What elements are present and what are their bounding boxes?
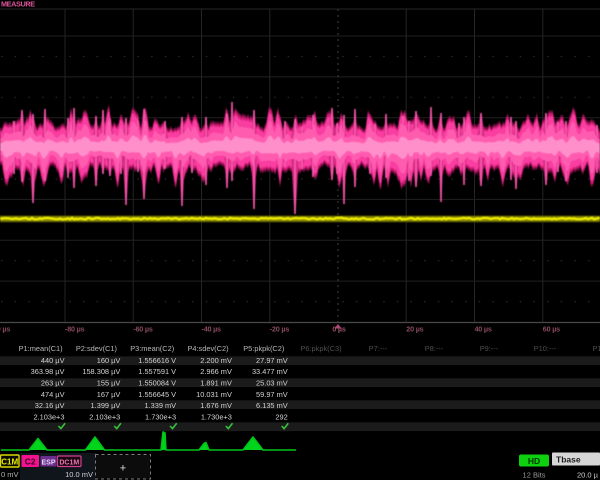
svg-text:-40 µs: -40 µs: [202, 325, 222, 334]
svg-text:10.031 mV: 10.031 mV: [196, 390, 232, 399]
svg-text:10.0 mV: 10.0 mV: [65, 470, 93, 479]
svg-text:1.556645 V: 1.556645 V: [138, 390, 176, 399]
svg-text:363.98 µV: 363.98 µV: [31, 367, 65, 376]
svg-text:HD: HD: [528, 456, 540, 466]
svg-text:P10:---: P10:---: [534, 344, 557, 353]
svg-text:27.97 mV: 27.97 mV: [256, 356, 288, 365]
svg-text:MEASURE: MEASURE: [1, 0, 35, 9]
svg-text:P5:pkpk(C2): P5:pkpk(C2): [243, 344, 284, 353]
svg-text:DC1M: DC1M: [59, 459, 79, 466]
svg-text:1.399 µV: 1.399 µV: [91, 401, 121, 410]
svg-text:60 µs: 60 µs: [543, 325, 560, 334]
svg-text:P9:---: P9:---: [480, 344, 499, 353]
svg-text:1.730e+3: 1.730e+3: [201, 412, 232, 421]
svg-text:12 Bits: 12 Bits: [523, 471, 546, 480]
svg-text:1.550084 V: 1.550084 V: [138, 378, 176, 387]
svg-text:158.308 µV: 158.308 µV: [82, 367, 120, 376]
svg-text:474 µV: 474 µV: [41, 390, 65, 399]
svg-text:160 µV: 160 µV: [97, 356, 121, 365]
svg-text:P1:mean(C1): P1:mean(C1): [19, 344, 63, 353]
svg-text:ESP: ESP: [41, 459, 55, 466]
svg-text:P8:---: P8:---: [425, 344, 444, 353]
svg-text:32.16 µV: 32.16 µV: [35, 401, 65, 410]
svg-text:1.557591 V: 1.557591 V: [138, 367, 176, 376]
svg-text:1.556616 V: 1.556616 V: [138, 356, 176, 365]
svg-text:+: +: [120, 463, 126, 475]
svg-text:20.0 µ: 20.0 µ: [577, 471, 599, 480]
svg-text:C1M: C1M: [1, 458, 18, 467]
svg-text:33.477 mV: 33.477 mV: [252, 367, 288, 376]
svg-text:0 mV: 0 mV: [1, 470, 19, 479]
svg-text:1.339 mV: 1.339 mV: [144, 401, 176, 410]
svg-text:-80 µs: -80 µs: [65, 325, 85, 334]
svg-text:1.730e+3: 1.730e+3: [145, 412, 176, 421]
svg-text:-100 µs: -100 µs: [0, 325, 10, 334]
svg-text:40 µs: 40 µs: [475, 325, 492, 334]
svg-text:-60 µs: -60 µs: [133, 325, 153, 334]
svg-text:1.676 mV: 1.676 mV: [200, 401, 232, 410]
svg-text:292: 292: [275, 412, 287, 421]
svg-text:Tbase: Tbase: [556, 455, 581, 465]
svg-text:P3:mean(C2): P3:mean(C2): [130, 344, 174, 353]
svg-text:25.03 mV: 25.03 mV: [256, 378, 288, 387]
svg-text:P7:---: P7:---: [369, 344, 388, 353]
svg-text:440 µV: 440 µV: [41, 356, 65, 365]
svg-text:P6:pkpk(C3): P6:pkpk(C3): [300, 344, 341, 353]
svg-text:2.966 mV: 2.966 mV: [200, 367, 232, 376]
svg-text:P4:sdev(C2): P4:sdev(C2): [187, 344, 228, 353]
svg-text:155 µV: 155 µV: [97, 378, 121, 387]
svg-text:263 µV: 263 µV: [41, 378, 65, 387]
svg-text:2.200 mV: 2.200 mV: [200, 356, 232, 365]
svg-text:2.103e+3: 2.103e+3: [33, 412, 64, 421]
svg-text:167 µV: 167 µV: [97, 390, 121, 399]
svg-text:20 µs: 20 µs: [406, 325, 423, 334]
svg-text:2.103e+3: 2.103e+3: [89, 412, 120, 421]
svg-text:-20 µs: -20 µs: [270, 325, 290, 334]
svg-text:6.135 mV: 6.135 mV: [256, 401, 288, 410]
svg-text:C2: C2: [25, 457, 36, 467]
svg-text:P1: P1: [592, 344, 600, 353]
svg-text:P2:sdev(C1): P2:sdev(C1): [76, 344, 117, 353]
svg-text:1.891 mV: 1.891 mV: [200, 378, 232, 387]
svg-text:59.97 mV: 59.97 mV: [256, 390, 288, 399]
